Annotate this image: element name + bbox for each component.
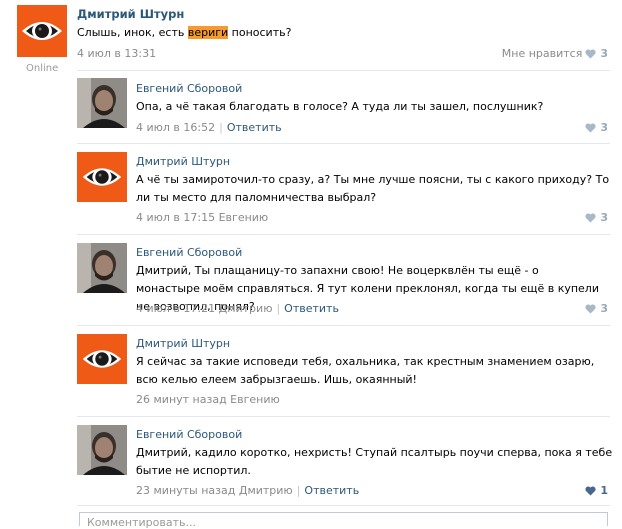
eye-logo-icon: [77, 152, 127, 202]
comment-date[interactable]: 26 минут назад Евгению: [136, 393, 280, 406]
comment-text: Дмитрий, кадило коротко, нехристь! Ступа…: [136, 446, 613, 477]
comment-text: А чё ты замироточил-то сразу, а? Ты мне …: [136, 173, 610, 204]
comment-date[interactable]: 4 июл в 17:15 Евгению: [136, 211, 268, 224]
comment-author-name[interactable]: Дмитрий Штурн: [136, 155, 230, 168]
heart-icon: [585, 303, 596, 314]
comment-text: Я сейчас за такие исповеди тебя, охальни…: [136, 355, 595, 386]
person-photo-icon: [77, 425, 127, 475]
like-count: 1: [600, 484, 608, 497]
heart-icon: [585, 485, 596, 496]
comment-divider: [77, 143, 610, 144]
like-count: 3: [600, 211, 608, 224]
comment-date[interactable]: 23 минуты назад Дмитрию: [136, 484, 293, 497]
comment-meta: 4 июл в 17:21 Дмитрию | Ответить: [136, 302, 339, 315]
comment-like-button[interactable]: 1: [582, 484, 608, 497]
comment-divider: [77, 234, 610, 235]
comment-like-button[interactable]: 3: [582, 302, 608, 315]
comment-author-avatar[interactable]: [77, 243, 127, 293]
comment-author-name[interactable]: Евгений Сборовой: [136, 428, 242, 441]
comment-divider: [77, 70, 610, 71]
comment-author-avatar[interactable]: [77, 425, 127, 475]
person-photo-icon: [77, 78, 127, 128]
comment-divider: [77, 416, 610, 417]
person-photo-icon: [77, 243, 127, 293]
reply-link[interactable]: Ответить: [227, 121, 282, 134]
reply-link[interactable]: Ответить: [304, 484, 359, 497]
comment-author-name[interactable]: Дмитрий Штурн: [136, 337, 230, 350]
comments-list: Евгений Сборовой Опа, а чё такая благода…: [0, 0, 622, 524]
reply-link[interactable]: Ответить: [284, 302, 339, 315]
comment-divider: [77, 325, 610, 326]
like-count: 3: [600, 121, 608, 134]
comment-author-name[interactable]: Евгений Сборовой: [136, 246, 242, 259]
comment-date[interactable]: 4 июл в 17:21 Дмитрию: [136, 302, 272, 315]
comment-meta: 23 минуты назад Дмитрию | Ответить: [136, 484, 360, 497]
comment-author-avatar[interactable]: [77, 334, 127, 384]
comment-author-name[interactable]: Евгений Сборовой: [136, 82, 242, 95]
heart-icon: [585, 122, 596, 133]
eye-logo-icon: [77, 334, 127, 384]
comment-meta: 26 минут назад Евгению: [136, 393, 280, 406]
comment-text: Опа, а чё такая благодать в голосе? А ту…: [136, 100, 544, 113]
comment-like-button[interactable]: 3: [582, 121, 608, 134]
comment-author-avatar[interactable]: [77, 78, 127, 128]
comment-input-divider: [77, 505, 610, 506]
comment-meta: 4 июл в 16:52 | Ответить: [136, 121, 282, 134]
comment-date[interactable]: 4 июл в 16:52: [136, 121, 215, 134]
comment-author-avatar[interactable]: [77, 152, 127, 202]
like-count: 3: [600, 302, 608, 315]
comment-like-button[interactable]: 3: [582, 211, 608, 224]
heart-icon: [585, 212, 596, 223]
comment-meta: 4 июл в 17:15 Евгению: [136, 211, 268, 224]
